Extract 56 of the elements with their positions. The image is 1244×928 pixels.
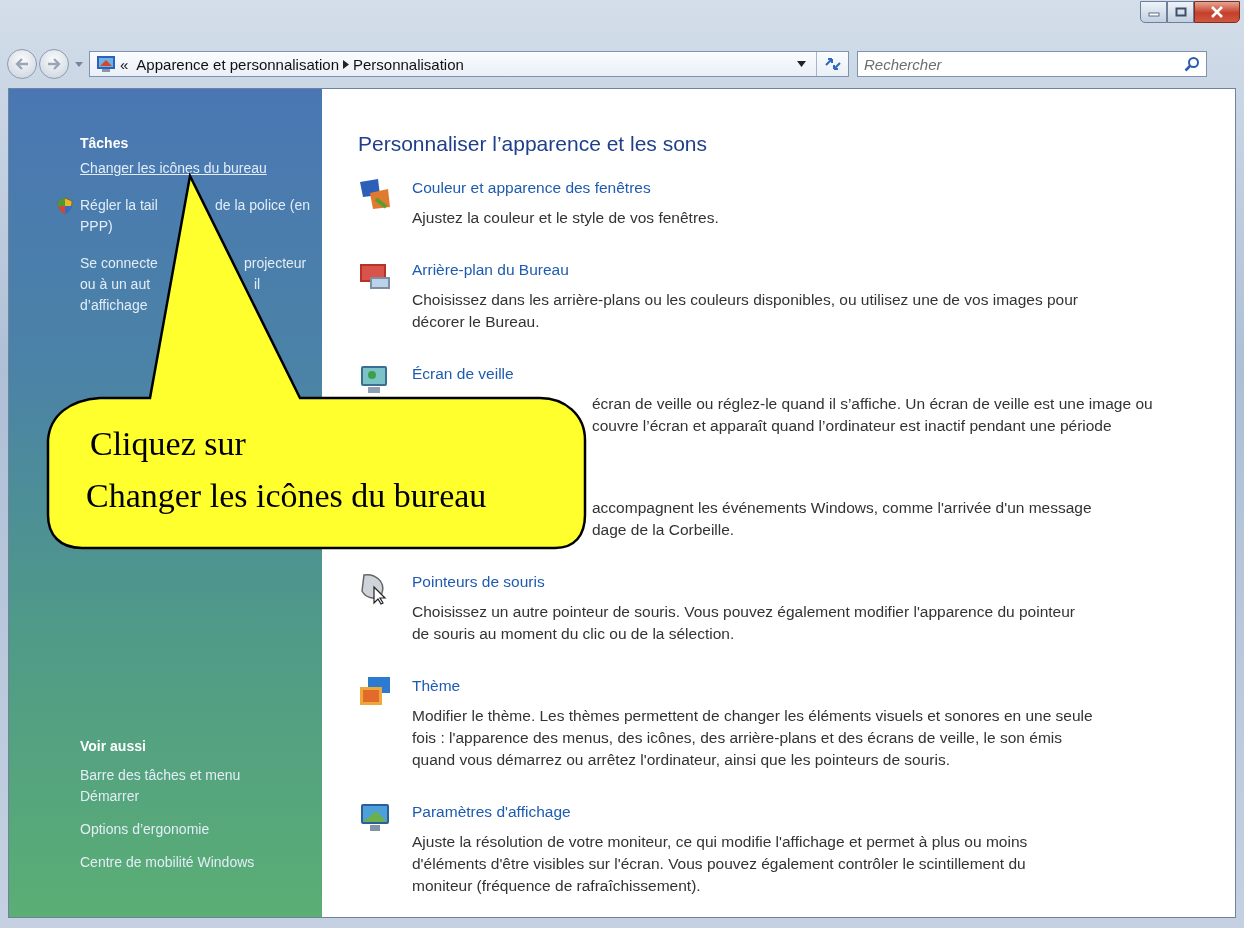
shield-icon (56, 197, 74, 215)
search-icon[interactable] (1184, 56, 1200, 72)
back-arrow-icon (15, 58, 29, 70)
item-link[interactable]: Arrière-plan du Bureau (412, 259, 569, 281)
item-description: écran de veille ou réglez-le quand il s’affiche. Un écran de veille est une image ou (592, 395, 1153, 412)
item-description: Choisissez un autre pointeur de souris. Vous pouvez également modifier l'apparence du pointeur (412, 603, 1075, 620)
search-field[interactable]: Rechercher (857, 51, 1207, 77)
sidebar-link[interactable]: projecteur (244, 253, 307, 274)
item-description: Modifier le thème. Les thèmes permettent de changer les éléments visuels et sonores en une seule (412, 707, 1093, 724)
breadcrumb-overflow[interactable]: « (116, 55, 133, 73)
callout-text: Cliquez sur Changer les icônes du bureau (86, 424, 487, 516)
sidebar-link[interactable]: Régler la tail (80, 195, 158, 216)
sidebar-link[interactable]: de la police (en (215, 195, 310, 216)
item-description: Ajustez la couleur et le style de vos fenêtres. (412, 209, 719, 226)
sidebar-link[interactable]: Barre des tâches et menu Démarrer (80, 765, 241, 807)
caret-icon[interactable] (75, 61, 83, 67)
item-link[interactable]: Paramètres d'affichage (412, 801, 571, 823)
item-description: d'éléments d'être visibles sur l'écran. Vous pouvez également contrôler le scintillement du (412, 855, 1026, 872)
item-description: Ajuste la résolution de votre moniteur, ce qui modifie l'affichage et permet à plus ou moins (412, 833, 1028, 850)
sidebar-link[interactable]: d’affichage (80, 295, 148, 316)
item-link[interactable]: Écran de veille (412, 363, 514, 385)
sidebar-link[interactable]: Options d’ergonomie (80, 819, 210, 840)
item-link[interactable]: Couleur et apparence des fenêtres (412, 177, 651, 199)
maximize-icon (1174, 7, 1187, 17)
item-description: fois : l'apparence des menus, des icônes, des arrière-plans et des écrans de veille, le son émis (412, 729, 1062, 746)
breadcrumb-item[interactable]: Apparence et personnalisation (132, 55, 343, 73)
minimize-button[interactable] (1140, 1, 1167, 23)
chevron-down-icon[interactable] (797, 61, 806, 67)
item-description: dage de la Corbeille. (592, 521, 735, 538)
chevron-right-icon[interactable] (343, 59, 349, 69)
sidebar-link[interactable]: Se connecte (80, 253, 158, 274)
item-description: moniteur (fréquence de rafraîchissement). (412, 877, 701, 894)
item-description: accompagnent les événements Windows, comme l'arrivée d'un message (592, 499, 1092, 516)
sidebar-link[interactable]: PPP) (80, 216, 113, 237)
item-description: de souris au moment du clic ou de la sélection. (412, 625, 735, 642)
breadcrumb-item[interactable]: Personnalisation (349, 55, 468, 73)
item-icon (358, 177, 392, 211)
sidebar-link[interactable]: Centre de mobilité Windows (80, 852, 255, 873)
sidebar-link[interactable]: ou à un aut (80, 274, 151, 295)
forward-arrow-icon (47, 58, 61, 70)
close-button[interactable] (1194, 1, 1240, 23)
item-description: Choisissez dans les arrière-plans ou les couleurs disponibles, ou utilisez une de vos images pour (412, 291, 1078, 308)
close-icon (1210, 6, 1224, 18)
refresh-icon (823, 57, 842, 71)
address-bar[interactable]: « Apparence et personnalisation Personnalisation (89, 51, 849, 77)
item-link[interactable]: Thème (412, 675, 461, 697)
maximize-button[interactable] (1167, 1, 1194, 23)
item-description: couvre l’écran et apparaît quand l’ordinateur est inactif pendant une période (592, 417, 1112, 434)
item-description: décorer le Bureau. (412, 313, 540, 330)
page-title: Personnaliser l’apparence et les sons (358, 131, 708, 157)
item-description: quand vous démarrez ou arrêtez l'ordinateur, ainsi que les pointeurs de souris. (412, 751, 951, 768)
section-heading: Tâches (80, 134, 129, 153)
sidebar-link[interactable]: il (254, 274, 261, 295)
sidebar-link[interactable]: Changer les icônes du bureau (80, 158, 267, 179)
item-link[interactable]: Pointeurs de souris (412, 571, 545, 593)
section-heading: Voir aussi (80, 737, 146, 756)
